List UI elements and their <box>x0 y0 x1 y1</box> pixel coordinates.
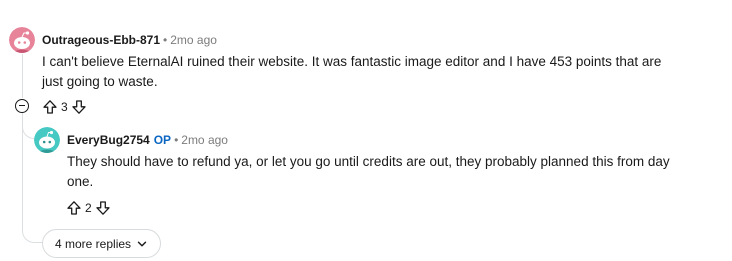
comment-author[interactable]: Outrageous-Ebb-871 <box>42 33 160 47</box>
reply-timestamp[interactable]: 2mo ago <box>181 133 228 147</box>
meta-separator: • <box>174 133 179 147</box>
reply-vote-bar: 2 <box>66 199 111 217</box>
comment-meta: Outrageous-Ebb-871 • 2mo ago <box>42 32 217 48</box>
reply-body: They should have to refund ya, or let yo… <box>67 152 670 192</box>
meta-separator: • <box>163 33 168 47</box>
thread-line-branch <box>22 210 44 243</box>
thread-line <box>22 117 23 223</box>
more-replies-label: 4 more replies <box>55 236 132 251</box>
downvote-icon[interactable] <box>95 200 111 216</box>
chevron-down-icon <box>137 241 147 246</box>
comment-vote-bar: 3 <box>42 98 87 116</box>
op-badge: OP <box>153 133 172 147</box>
snoo-avatar-icon <box>9 27 35 53</box>
comment-body-line: I can't believe EternalAI ruined their w… <box>42 54 662 69</box>
collapse-thread-button[interactable] <box>15 99 29 113</box>
comment-body: I can't believe EternalAI ruined their w… <box>42 52 661 92</box>
reply-body-line: one. <box>67 174 94 189</box>
reply-meta: EveryBug2754 OP • 2mo ago <box>67 132 228 148</box>
reply-author[interactable]: EveryBug2754 <box>67 133 150 147</box>
vote-count: 2 <box>85 201 92 215</box>
avatar[interactable] <box>9 27 35 53</box>
thread-line <box>22 54 23 98</box>
reply-body-line: They should have to refund ya, or let yo… <box>67 154 670 169</box>
comment-body-line: just going to waste. <box>42 74 158 89</box>
avatar[interactable] <box>34 127 60 153</box>
downvote-icon[interactable] <box>71 99 87 115</box>
more-replies-button[interactable]: 4 more replies <box>42 229 162 258</box>
snoo-avatar-icon <box>34 127 60 153</box>
comment-timestamp[interactable]: 2mo ago <box>170 33 217 47</box>
upvote-icon[interactable] <box>42 99 58 115</box>
vote-count: 3 <box>61 100 68 114</box>
upvote-icon[interactable] <box>66 200 82 216</box>
